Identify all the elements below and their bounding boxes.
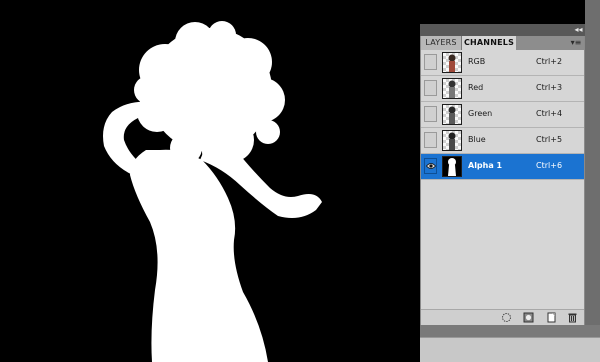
panel-menu-icon[interactable]: ▾≡: [570, 37, 582, 49]
delete-channel-icon[interactable]: [567, 312, 578, 323]
channel-shortcut: Ctrl+3: [536, 83, 563, 92]
double-chevron-left-icon[interactable]: ◂◂: [572, 24, 585, 35]
channel-shortcut: Ctrl+5: [536, 135, 563, 144]
channel-name: RGB: [468, 57, 486, 66]
panel-footer: [421, 309, 584, 325]
visibility-toggle[interactable]: [424, 54, 437, 70]
figure-thumbnail-icon: [448, 80, 456, 98]
panel-title-bar[interactable]: [420, 24, 585, 36]
tab-channels[interactable]: CHANNELS: [462, 36, 516, 50]
visibility-toggle[interactable]: [424, 132, 437, 148]
panel-dock: [420, 337, 600, 362]
channel-shortcut: Ctrl+6: [536, 161, 563, 170]
channel-thumbnail: [442, 130, 462, 151]
alpha-mask-silhouette: [0, 0, 420, 362]
channel-thumbnail: [442, 78, 462, 99]
channel-name: Blue: [468, 135, 486, 144]
channel-name: Alpha 1: [468, 161, 503, 170]
channel-name: Red: [468, 83, 484, 92]
panel-tabs: LAYERS CHANNELS: [421, 36, 584, 50]
channel-name: Green: [468, 109, 493, 118]
channel-row-red[interactable]: Red Ctrl+3: [421, 76, 584, 102]
eye-icon: [426, 163, 436, 169]
channel-row-rgb[interactable]: RGB Ctrl+2: [421, 50, 584, 76]
mask-thumbnail-icon: [443, 157, 461, 176]
workspace-background-bottom: [420, 325, 600, 362]
workspace-background: [585, 0, 600, 362]
new-channel-icon[interactable]: [546, 312, 557, 323]
visibility-toggle[interactable]: [424, 106, 437, 122]
visibility-toggle[interactable]: [424, 80, 437, 96]
figure-thumbnail-icon: [448, 54, 456, 72]
visibility-toggle[interactable]: [424, 158, 437, 174]
channel-shortcut: Ctrl+2: [536, 57, 563, 66]
tab-layers[interactable]: LAYERS: [421, 36, 462, 50]
channel-row-alpha-1[interactable]: Alpha 1 Ctrl+6: [421, 154, 584, 180]
channel-shortcut: Ctrl+4: [536, 109, 563, 118]
channel-thumbnail: [442, 52, 462, 73]
channel-row-green[interactable]: Green Ctrl+4: [421, 102, 584, 128]
load-selection-icon[interactable]: [501, 312, 512, 323]
channel-row-blue[interactable]: Blue Ctrl+5: [421, 128, 584, 154]
photoshop-window: ◂◂ LAYERS CHANNELS ▾≡ RGB Ctrl+2 Red Ctr…: [0, 0, 600, 362]
channel-list: RGB Ctrl+2 Red Ctrl+3 Green Ctrl+4 Blue …: [421, 50, 584, 180]
save-selection-icon[interactable]: [523, 312, 534, 323]
channel-thumbnail: [442, 104, 462, 125]
figure-thumbnail-icon: [448, 106, 456, 124]
document-canvas[interactable]: [0, 0, 420, 362]
channel-thumbnail: [442, 156, 462, 177]
figure-thumbnail-icon: [448, 132, 456, 150]
